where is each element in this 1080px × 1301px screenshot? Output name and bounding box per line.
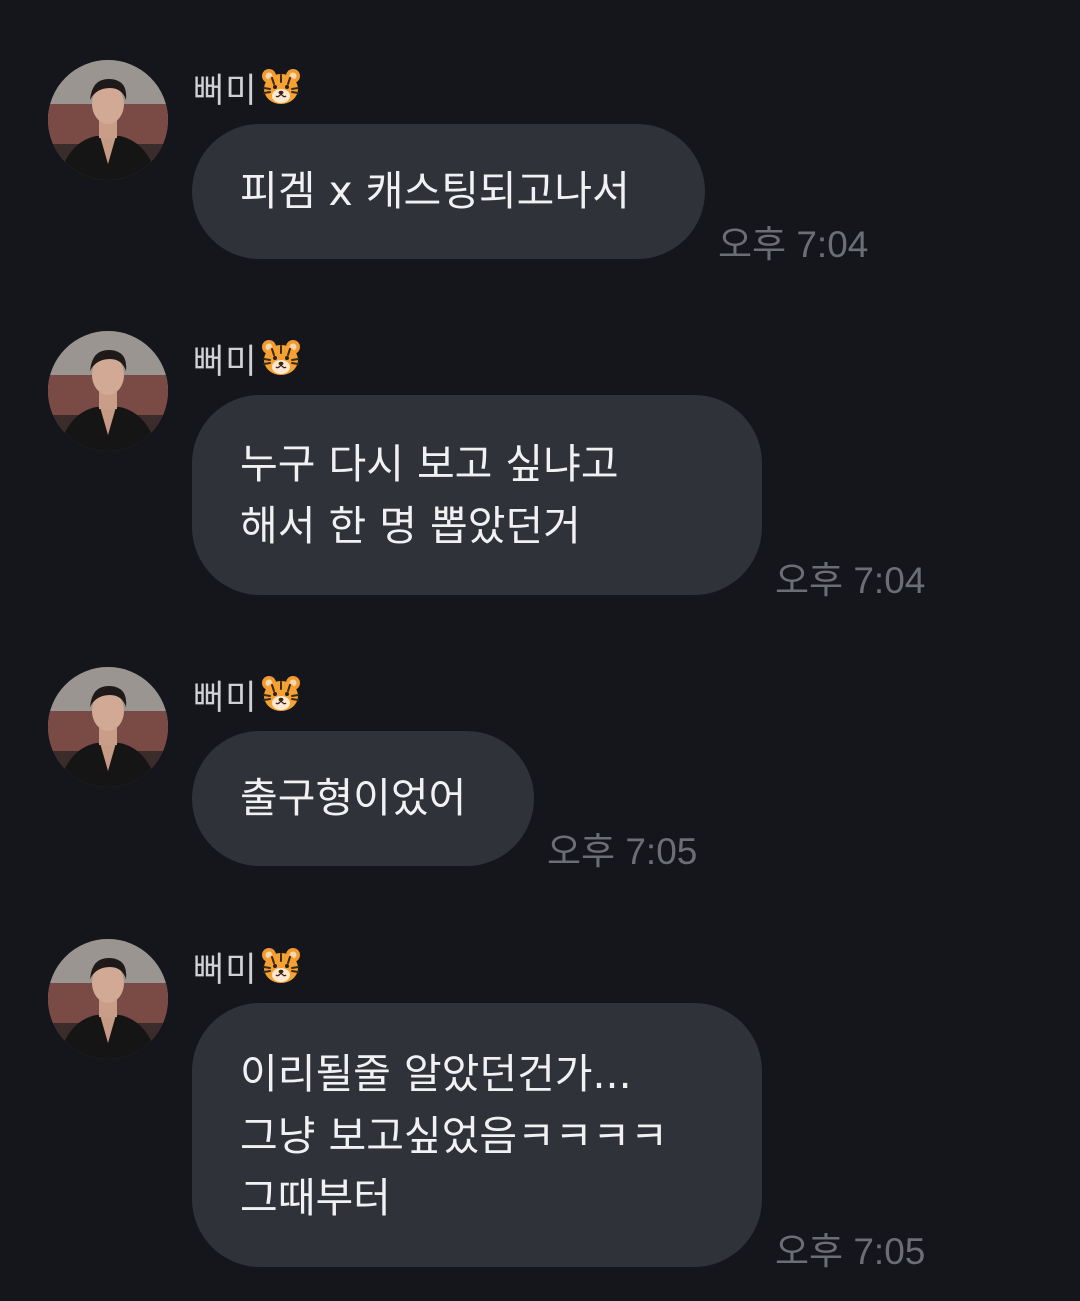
avatar[interactable]	[48, 331, 168, 451]
avatar[interactable]	[48, 667, 168, 787]
sender-name[interactable]: 뻐미	[193, 334, 258, 383]
message-text: 피겜 x 캐스팅되고나서	[240, 167, 630, 215]
message-bubble[interactable]: 이리될줄 알았던건가... 그냥 보고싶었음ㅋㅋㅋㅋ 그때부터	[192, 1003, 762, 1267]
sender-row: 뻐미	[193, 670, 302, 719]
message-text: 해서 한 명 뽑았던거	[240, 502, 581, 550]
sender-row: 뻐미	[193, 63, 302, 112]
message-time: 오후 7:04	[775, 560, 926, 601]
message-text: 그냥 보고싶었음ㅋㅋㅋㅋ	[240, 1112, 668, 1160]
tiger-face-icon	[260, 66, 302, 108]
message-bubble[interactable]: 출구형이었어	[192, 731, 534, 866]
message-text: 누구 다시 보고 싶냐고	[240, 440, 619, 488]
message-text: 이리될줄 알았던건가...	[240, 1050, 632, 1098]
tiger-face-icon	[260, 945, 302, 987]
message-time: 오후 7:04	[718, 224, 869, 265]
sender-name[interactable]: 뻐미	[193, 942, 258, 991]
avatar[interactable]	[48, 60, 168, 180]
message-text: 출구형이었어	[240, 774, 467, 822]
sender-name[interactable]: 뻐미	[193, 63, 258, 112]
message-bubble[interactable]: 피겜 x 캐스팅되고나서	[192, 124, 705, 259]
sender-row: 뻐미	[193, 942, 302, 991]
tiger-face-icon	[260, 337, 302, 379]
message-bubble[interactable]: 누구 다시 보고 싶냐고 해서 한 명 뽑았던거	[192, 395, 762, 595]
sender-name[interactable]: 뻐미	[193, 670, 258, 719]
avatar[interactable]	[48, 939, 168, 1059]
message-time: 오후 7:05	[775, 1231, 926, 1272]
message-time: 오후 7:05	[547, 831, 698, 872]
message-text: 그때부터	[240, 1174, 391, 1222]
sender-row: 뻐미	[193, 334, 302, 383]
tiger-face-icon	[260, 673, 302, 715]
